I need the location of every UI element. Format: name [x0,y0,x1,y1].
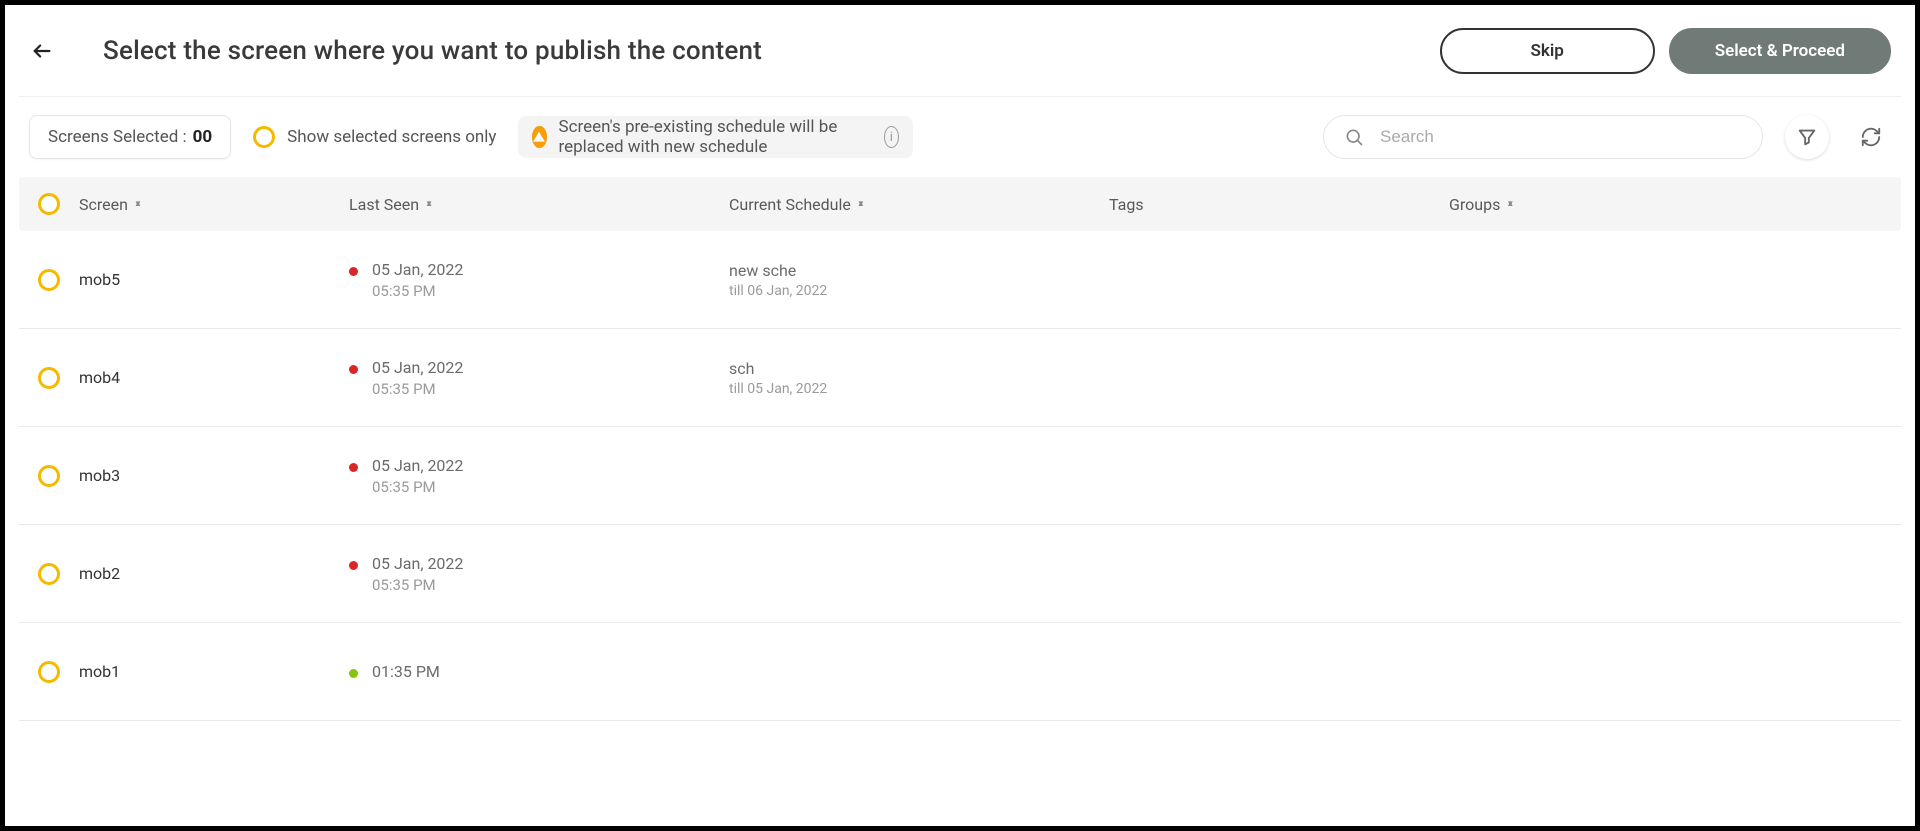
status-dot-icon [349,463,358,472]
arrow-left-icon [31,40,53,62]
schedule-name: sch [729,359,1109,378]
search-input-wrapper[interactable] [1323,115,1763,159]
col-last-seen[interactable]: Last Seen ▲▼ [349,195,729,214]
page-title: Select the screen where you want to publ… [103,36,1440,66]
info-icon[interactable]: i [884,126,899,148]
table-row[interactable]: mob2 05 Jan, 2022 05:35 PM [19,525,1901,623]
back-button[interactable] [29,38,55,64]
last-seen-time: 05:35 PM [372,478,463,496]
refresh-icon [1860,126,1882,148]
show-selected-only-label: Show selected screens only [287,127,496,147]
notice-text: Screen's pre-existing schedule will be r… [559,117,873,157]
skip-button[interactable]: Skip [1440,28,1655,74]
screen-name: mob2 [79,564,349,583]
schedule-until: till 06 Jan, 2022 [729,283,1109,299]
row-select-radio[interactable] [19,465,79,487]
last-seen-cell: 05 Jan, 2022 05:35 PM [349,260,729,300]
refresh-button[interactable] [1851,126,1891,148]
status-dot-icon [349,365,358,374]
screen-name: mob5 [79,270,349,289]
search-input[interactable] [1378,126,1742,148]
radio-icon [253,126,275,148]
row-select-radio[interactable] [19,661,79,683]
table-row[interactable]: mob5 05 Jan, 2022 05:35 PM new sche till 06 … [19,231,1901,329]
table-row[interactable]: mob4 05 Jan, 2022 05:35 PM sch till 05 Jan, … [19,329,1901,427]
last-seen-date: 05 Jan, 2022 [372,554,463,573]
screen-name: mob1 [79,662,349,681]
current-schedule-cell: sch till 05 Jan, 2022 [729,359,1109,397]
status-dot-icon [349,267,358,276]
radio-icon [38,465,60,487]
col-tags[interactable]: Tags [1109,195,1449,214]
last-seen-date: 05 Jan, 2022 [372,456,463,475]
radio-icon [38,367,60,389]
screens-selected-count: 00 [193,127,213,147]
last-seen-cell: 05 Jan, 2022 05:35 PM [349,358,729,398]
schedule-until: till 05 Jan, 2022 [729,381,1109,397]
last-seen-time: 01:35 PM [372,662,440,681]
table-header: Screen ▲▼ Last Seen ▲▼ Current Schedule … [19,177,1901,231]
last-seen-date: 05 Jan, 2022 [372,358,463,377]
radio-icon [38,661,60,683]
screen-name: mob3 [79,466,349,485]
screens-selected-badge: Screens Selected : 00 [29,115,231,159]
last-seen-time: 05:35 PM [372,282,463,300]
col-current-schedule[interactable]: Current Schedule ▲▼ [729,195,1109,214]
status-dot-icon [349,561,358,570]
filter-icon [1796,126,1818,148]
screens-selected-label: Screens Selected : [48,127,187,147]
schedule-name: new sche [729,261,1109,280]
row-select-radio[interactable] [19,269,79,291]
screen-name: mob4 [79,368,349,387]
radio-icon [38,269,60,291]
select-all-radio[interactable] [19,193,79,215]
warning-icon [532,126,546,148]
row-select-radio[interactable] [19,563,79,585]
replace-schedule-notice: Screen's pre-existing schedule will be r… [518,116,912,158]
screens-table-body: mob5 05 Jan, 2022 05:35 PM new sche till 06 … [19,231,1901,721]
select-proceed-button[interactable]: Select & Proceed [1669,28,1891,74]
last-seen-cell: 05 Jan, 2022 05:35 PM [349,554,729,594]
last-seen-time: 05:35 PM [372,576,463,594]
radio-icon [38,563,60,585]
last-seen-cell: 01:35 PM [349,662,729,681]
show-selected-only-toggle[interactable]: Show selected screens only [253,126,496,148]
row-select-radio[interactable] [19,367,79,389]
filter-button[interactable] [1785,115,1829,159]
last-seen-time: 05:35 PM [372,380,463,398]
last-seen-cell: 05 Jan, 2022 05:35 PM [349,456,729,496]
table-row[interactable]: mob1 01:35 PM [19,623,1901,721]
last-seen-date: 05 Jan, 2022 [372,260,463,279]
col-screen[interactable]: Screen ▲▼ [79,195,349,214]
status-dot-icon [349,669,358,678]
current-schedule-cell: new sche till 06 Jan, 2022 [729,261,1109,299]
col-groups[interactable]: Groups ▲▼ [1449,195,1881,214]
table-row[interactable]: mob3 05 Jan, 2022 05:35 PM [19,427,1901,525]
radio-icon [38,193,60,215]
search-icon [1344,127,1364,147]
